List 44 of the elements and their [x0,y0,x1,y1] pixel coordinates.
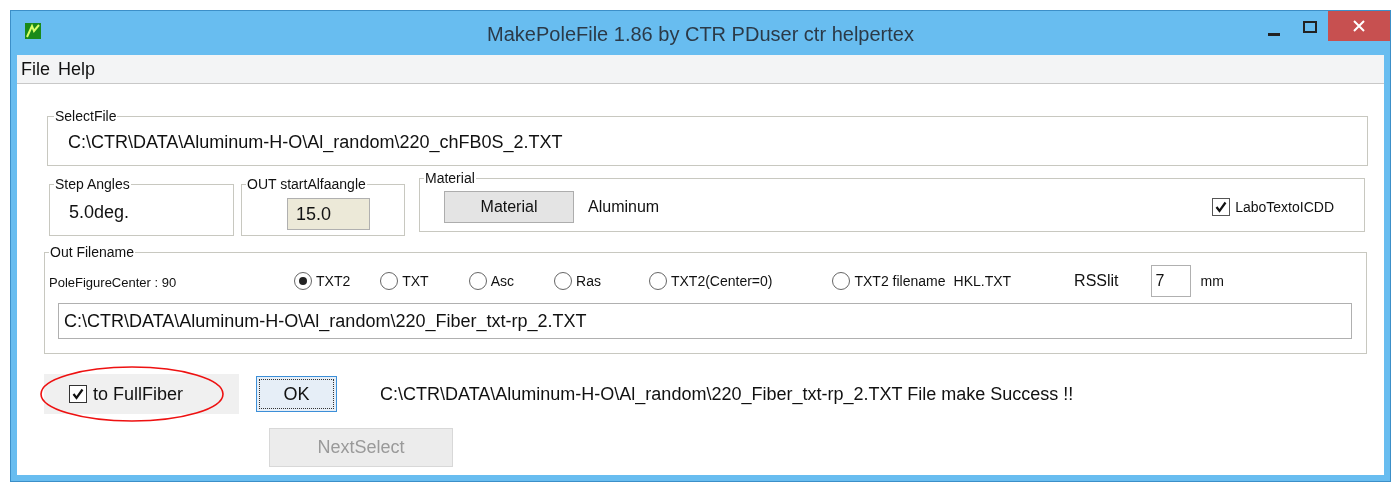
material-name: Aluminum [588,197,660,217]
radio-label: TXT2 filename [854,271,946,291]
rsslit-field[interactable]: 7 [1150,265,1191,297]
maximize-icon[interactable] [1303,21,1317,33]
menu-item[interactable]: File [21,55,50,83]
unit-label: mm [1200,271,1224,291]
group-label: OUT startAlfaangle [246,175,367,194]
radio-button[interactable] [468,272,487,290]
step-angle-value: 5.0deg. [68,201,131,224]
group-label: Material [424,169,476,188]
start-angle-field[interactable]: 15.0 [287,198,370,230]
checkbox-label: to FullFiber [93,382,184,406]
radio-button[interactable] [648,272,667,290]
close-button[interactable] [1328,11,1390,41]
check-icon [72,388,84,400]
minimize-icon[interactable] [1268,33,1280,37]
radio-button[interactable] [832,272,851,290]
group-label: Step Angles [54,175,131,194]
group-label: SelectFile [54,107,118,126]
checkbox[interactable] [69,385,87,403]
output-path-field[interactable]: C:\CTR\DATA\Aluminum-H-O\Al_random\220_Fiber_txt-rp_2.TXT [58,303,1352,339]
status-message: C:\CTR\DATA\Aluminum-H-O\Al_random\220_Fiber_txt-rp_2.TXT File make Success !! [380,382,1074,407]
radio-label: Asc [490,271,515,291]
checkbox[interactable] [1212,198,1231,216]
file-path: C:\CTR\DATA\Aluminum-H-O\Al_random\220_chFB0S_2.TXT [67,131,564,155]
app-icon [25,23,41,39]
radio-button[interactable] [294,272,312,290]
check-icon [1215,201,1228,213]
checkbox-label: LaboTextoICDD [1235,197,1334,217]
menu-item[interactable]: Help [58,55,96,83]
radio-label: Ras [576,271,601,291]
rsslit-label: RSSlit [1074,271,1119,291]
window-title: MakePoleFile 1.86 by CTR PDuser ctr helpertex [486,22,915,47]
hkl-filename: HKL.TXT [953,271,1012,291]
close-icon [1353,20,1365,32]
radio-button[interactable] [380,272,399,290]
radio-button[interactable] [554,272,573,290]
group-label: Out Filename [49,243,136,262]
radio-label: TXT2(Center=0) [670,271,773,291]
ok-button[interactable]: OK [256,376,337,412]
radio-label: TXT2 [316,271,351,291]
center-label: PoleFigureCenter : 90 [49,274,178,293]
material-button[interactable]: Material [444,191,574,223]
radio-label: TXT [402,271,429,291]
